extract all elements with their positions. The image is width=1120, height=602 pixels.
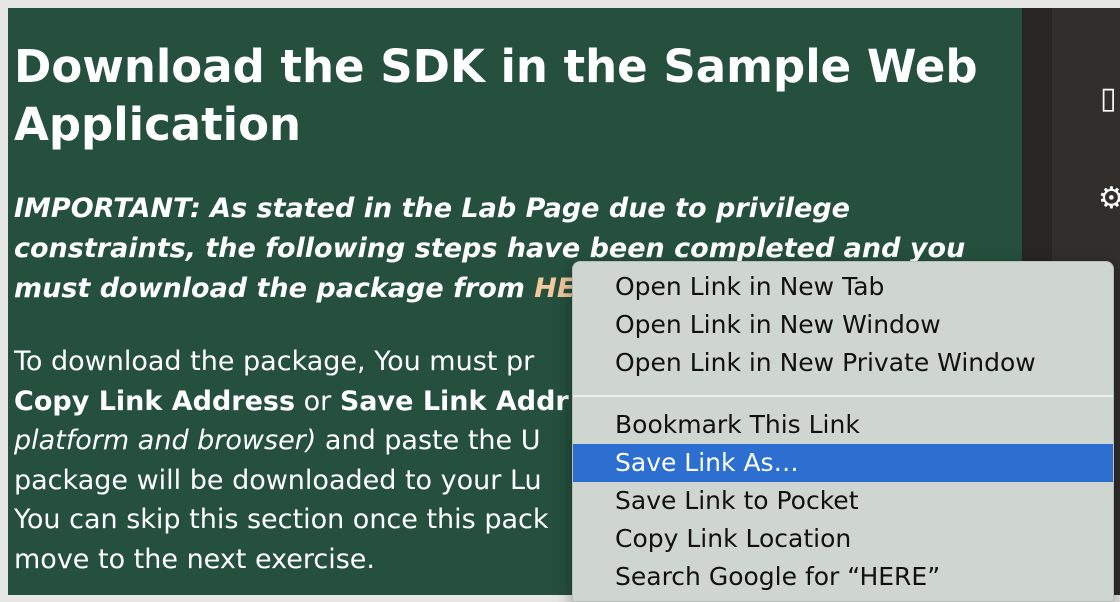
- para-line-4: package will be downloaded to your Lu: [14, 464, 542, 496]
- menu-separator: [573, 395, 1113, 397]
- gear-icon[interactable]: ⚙: [1098, 184, 1120, 214]
- menu-search-google[interactable]: Search Google for “HERE”: [573, 558, 1113, 596]
- menu-bookmark-link[interactable]: Bookmark This Link: [573, 406, 1113, 444]
- menu-open-new-window[interactable]: Open Link in New Window: [573, 306, 1113, 344]
- platform-note: platform and browser): [14, 425, 317, 456]
- copy-link-address-text: Copy Link Address: [14, 385, 296, 417]
- save-link-address-text: Save Link Addr: [339, 385, 569, 417]
- para-line-1: To download the package, You must pr: [14, 346, 535, 377]
- page-title: Download the SDK in the Sample Web Appli…: [14, 40, 978, 151]
- link-context-menu: Open Link in New Tab Open Link in New Wi…: [572, 261, 1114, 602]
- menu-open-new-tab[interactable]: Open Link in New Tab: [573, 268, 1113, 306]
- menu-save-link-as[interactable]: Save Link As…: [573, 444, 1113, 482]
- menu-open-private-window[interactable]: Open Link in New Private Window: [573, 344, 1113, 382]
- menu-save-to-pocket[interactable]: Save Link to Pocket: [573, 482, 1113, 520]
- para-line-3: and paste the U: [316, 425, 541, 456]
- menu-copy-link-location[interactable]: Copy Link Location: [573, 520, 1113, 558]
- para-line-6: move to the next exercise.: [14, 543, 375, 575]
- para-or: or: [295, 385, 340, 417]
- browser-viewport: Download the SDK in the Sample Web Appli…: [0, 0, 1120, 602]
- bookmark-icon[interactable]: ▯: [1100, 84, 1117, 114]
- para-line-5: You can skip this section once this pack: [14, 504, 549, 535]
